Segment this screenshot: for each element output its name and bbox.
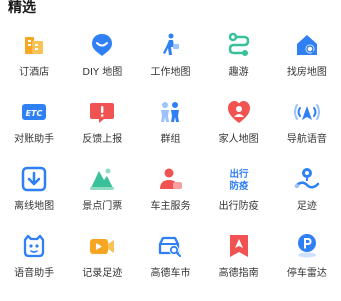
tile-family-map[interactable]: 家人地图 — [205, 95, 273, 162]
feedback-icon — [88, 98, 116, 126]
tile-etc[interactable]: ETC 对账助手 — [0, 95, 68, 162]
tile-guide[interactable]: 高德指南 — [205, 229, 273, 296]
parking-radar-icon — [293, 232, 321, 260]
tile-diy-map[interactable]: DIY 地图 — [68, 28, 136, 95]
diy-map-icon — [88, 31, 116, 59]
tile-label: 导航语音 — [286, 134, 327, 145]
svg-text:ETC: ETC — [26, 109, 43, 118]
tile-label: 群组 — [160, 134, 181, 145]
tile-group[interactable]: 群组 — [136, 95, 204, 162]
guide-icon — [225, 232, 253, 260]
tile-label: 对账助手 — [14, 134, 55, 145]
group-icon — [156, 98, 184, 126]
tile-label: 停车雷达 — [286, 268, 327, 279]
footprint-icon — [293, 165, 321, 193]
tile-offline-map[interactable]: 离线地图 — [0, 162, 68, 229]
tile-trip[interactable]: 趣游 — [205, 28, 273, 95]
tile-label: 离线地图 — [14, 201, 55, 212]
tile-label: 工作地图 — [150, 67, 191, 78]
tile-travel-epidemic[interactable]: 出行 防疫 出行防疫 — [205, 162, 273, 229]
tile-label: 语音助手 — [14, 268, 55, 279]
tile-label: 订酒店 — [19, 67, 50, 78]
feature-grid: 订酒店 DIY 地图 工作地图 趣游 找房地图 ETC 对账助手 反馈上报 群组… — [0, 28, 341, 296]
tile-work-map[interactable]: 工作地图 — [136, 28, 204, 95]
tile-label: 记录足迹 — [82, 268, 123, 279]
tile-hotel[interactable]: 订酒店 — [0, 28, 68, 95]
tile-parking-radar[interactable]: 停车雷达 — [273, 229, 341, 296]
tile-scenic-ticket[interactable]: 景点门票 — [68, 162, 136, 229]
nav-voice-icon — [293, 98, 321, 126]
tile-car-owner[interactable]: 车主服务 — [136, 162, 204, 229]
car-owner-icon — [156, 165, 184, 193]
trip-route-icon — [225, 31, 253, 59]
tile-label: 找房地图 — [286, 67, 327, 78]
tile-nav-voice[interactable]: 导航语音 — [273, 95, 341, 162]
svg-text:防疫: 防疫 — [229, 180, 249, 192]
tile-feedback[interactable]: 反馈上报 — [68, 95, 136, 162]
tile-label: 景点门票 — [82, 201, 123, 212]
travel-epidemic-icon: 出行 防疫 — [225, 165, 253, 193]
etc-icon: ETC — [20, 98, 48, 126]
family-map-icon — [225, 98, 253, 126]
tile-label: 家人地图 — [218, 134, 259, 145]
offline-map-icon — [20, 165, 48, 193]
tile-voice-assistant[interactable]: 语音助手 — [0, 229, 68, 296]
tile-label: 车主服务 — [150, 201, 191, 212]
tile-label: 足迹 — [296, 201, 317, 212]
car-market-icon — [156, 232, 184, 260]
tile-house-search[interactable]: 找房地图 — [273, 28, 341, 95]
work-map-icon — [156, 31, 184, 59]
voice-assistant-icon — [20, 232, 48, 260]
tile-footprint[interactable]: 足迹 — [273, 162, 341, 229]
scenic-ticket-icon — [88, 165, 116, 193]
section-title: 精选 — [8, 0, 36, 16]
tile-label: 高德车市 — [150, 268, 191, 279]
house-search-icon — [293, 31, 321, 59]
hotel-icon — [20, 31, 48, 59]
svg-text:出行: 出行 — [229, 168, 249, 180]
tile-car-market[interactable]: 高德车市 — [136, 229, 204, 296]
tile-label: 趣游 — [228, 67, 249, 78]
tile-label: 高德指南 — [218, 268, 259, 279]
tile-label: 反馈上报 — [82, 134, 123, 145]
record-footprint-icon — [88, 232, 116, 260]
tile-label: 出行防疫 — [218, 201, 259, 212]
tile-record-footprint[interactable]: 记录足迹 — [68, 229, 136, 296]
tile-label: DIY 地图 — [82, 67, 123, 78]
